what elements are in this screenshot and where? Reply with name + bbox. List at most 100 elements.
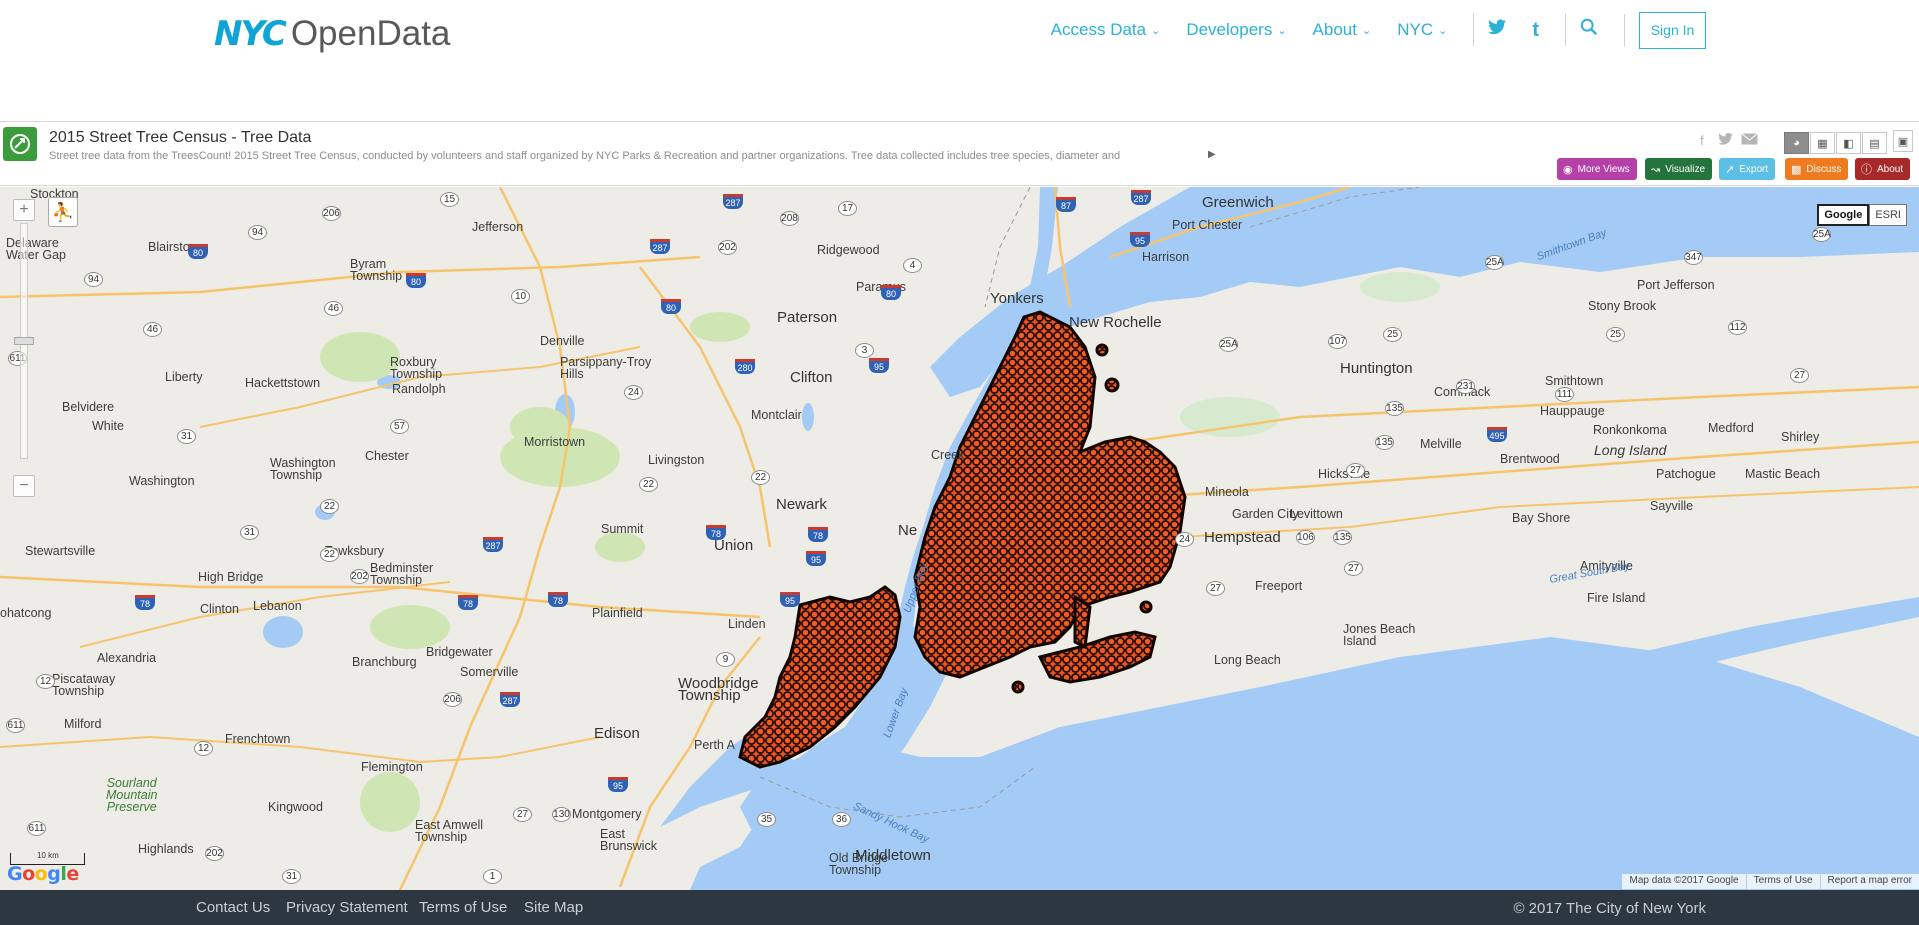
nav-about[interactable]: About ⌄ <box>1313 20 1372 40</box>
route-shield: 24 <box>624 385 643 400</box>
place-label: Somerville <box>460 665 519 679</box>
route-shield: 206 <box>322 206 341 221</box>
route-shield: 24 <box>1175 532 1194 547</box>
place-label: Summit <box>601 522 644 536</box>
route-shield: 107 <box>1328 334 1347 349</box>
email-share-icon[interactable] <box>1741 133 1758 148</box>
route-shield: 12 <box>36 674 55 689</box>
route-shield: 27 <box>1790 368 1809 383</box>
map-attribution: Map data ©2017 Google Terms of Use Repor… <box>1622 874 1919 889</box>
place-label: Medford <box>1708 421 1754 435</box>
nav-divider <box>1473 14 1475 46</box>
fullscreen-icon[interactable]: ▣ <box>1893 130 1913 152</box>
footer-contact-us-link[interactable]: Contact Us <box>196 899 270 916</box>
view-toggle-split-icon[interactable]: ◧ <box>1836 132 1861 154</box>
place-label: Hauppauge <box>1540 404 1605 418</box>
place-label: Piscataway Township <box>52 672 116 698</box>
interstate-shield: 287 <box>650 239 670 254</box>
route-shield: 202 <box>350 569 369 584</box>
nav-nyc[interactable]: NYC ⌄ <box>1397 20 1447 40</box>
place-label: Smithtown <box>1545 374 1604 388</box>
place-label: Plainfield <box>592 606 643 620</box>
footer-terms-link[interactable]: Terms of Use <box>419 899 507 916</box>
nav-label: NYC <box>1397 20 1434 39</box>
route-shield: 31 <box>177 429 196 444</box>
interstate-shield: 80 <box>661 299 681 314</box>
nav-access-data[interactable]: Access Data ⌄ <box>1051 20 1161 40</box>
chart-icon: ↝ <box>1651 163 1661 176</box>
place-label: Ridgewood <box>817 243 880 257</box>
route-shield: 31 <box>240 525 259 540</box>
route-shield: 35 <box>757 812 776 827</box>
dataset-type-icon <box>3 127 37 161</box>
route-shield: 46 <box>324 301 343 316</box>
footer-sitemap-link[interactable]: Site Map <box>524 899 583 916</box>
place-label: Liberty <box>165 370 203 384</box>
place-label: East Amwell Township <box>415 818 484 844</box>
place-label: Greenwich <box>1202 194 1274 211</box>
interstate-shield: 78 <box>548 592 568 607</box>
expand-description-icon[interactable]: ▶ <box>1208 149 1216 160</box>
place-label: Ronkonkoma <box>1593 423 1667 437</box>
export-button[interactable]: ↗ Export <box>1719 158 1776 180</box>
logo-nyc-text: NYC <box>214 14 287 54</box>
route-shield: 106 <box>1296 530 1315 545</box>
place-label: Morristown <box>524 435 586 449</box>
tumblr-icon[interactable]: t <box>1532 19 1539 42</box>
pill-label: Visualize <box>1665 163 1706 175</box>
interstate-shield: 287 <box>483 537 503 552</box>
place-label: Highlands <box>138 842 194 856</box>
nav-label: Developers <box>1186 20 1273 39</box>
place-label: Hackettstown <box>245 376 321 390</box>
view-toggle-page-icon[interactable]: ▤ <box>1862 132 1887 154</box>
route-shield: 231 <box>1456 379 1475 394</box>
route-shield: 25 <box>1606 327 1625 342</box>
place-label: Mastic Beach <box>1745 467 1821 481</box>
visualize-button[interactable]: ↝ Visualize <box>1645 158 1713 180</box>
route-shield: 202 <box>205 846 224 861</box>
place-label: Harrison <box>1142 250 1190 264</box>
view-toggle-grid-icon[interactable]: ▦ <box>1810 132 1835 154</box>
map-data-credit: Map data ©2017 Google <box>1629 875 1739 886</box>
map-terms-link[interactable]: Terms of Use <box>1745 874 1820 889</box>
view-toggle-visualization[interactable]: ◕ <box>1784 132 1809 154</box>
more-views-button[interactable]: ◉ More Views <box>1557 158 1637 180</box>
nyc-opendata-logo[interactable]: NYC OpenData <box>214 12 450 56</box>
place-label: Port Jefferson <box>1637 278 1715 292</box>
route-shield: 22 <box>751 470 770 485</box>
place-label: Montclair <box>751 408 802 422</box>
route-shield: 135 <box>1333 530 1352 545</box>
zoom-in-button[interactable]: + <box>13 199 35 221</box>
place-label: Denville <box>540 334 585 348</box>
interstate-shield: 78 <box>808 527 828 542</box>
basemap-esri-button[interactable]: ESRI <box>1869 204 1907 226</box>
basemap-google-button[interactable]: Google <box>1817 204 1870 226</box>
route-shield: 206 <box>443 692 462 707</box>
place-label: Woodbridge Township <box>678 675 759 704</box>
about-button[interactable]: ⓘ About <box>1855 158 1911 180</box>
nav-developers[interactable]: Developers ⌄ <box>1186 20 1286 40</box>
twitter-icon[interactable] <box>1488 19 1507 41</box>
zoom-slider-handle[interactable] <box>14 337 34 345</box>
place-label: High Bridge <box>198 570 264 584</box>
interstate-shield: 287 <box>723 194 743 209</box>
search-icon[interactable] <box>1580 18 1598 42</box>
route-shield: 12 <box>194 741 213 756</box>
place-label: Parsippany-Troy Hills <box>560 355 652 381</box>
place-label: Jefferson <box>472 220 524 234</box>
zoom-out-button[interactable]: − <box>13 475 35 497</box>
place-label: Stewartsville <box>25 544 96 558</box>
route-shield: 3 <box>855 343 874 358</box>
place-label: East Brunswick <box>600 827 657 853</box>
footer-privacy-link[interactable]: Privacy Statement <box>286 899 408 916</box>
sign-in-button[interactable]: Sign In <box>1639 11 1706 49</box>
interstate-shield: 95 <box>608 777 628 792</box>
discuss-button[interactable]: ▩ Discuss <box>1785 158 1849 180</box>
map-canvas[interactable]: Yonkers New Rochelle Paterson Clifton Newark… <box>0 187 1919 890</box>
facebook-share-icon[interactable]: f <box>1700 133 1704 148</box>
report-map-error-link[interactable]: Report a map error <box>1819 874 1919 889</box>
route-shield: 94 <box>248 225 267 240</box>
twitter-share-icon[interactable] <box>1718 132 1733 148</box>
street-view-pegman-icon[interactable]: ⛹ <box>48 197 78 227</box>
place-label: Middletown <box>855 847 931 864</box>
